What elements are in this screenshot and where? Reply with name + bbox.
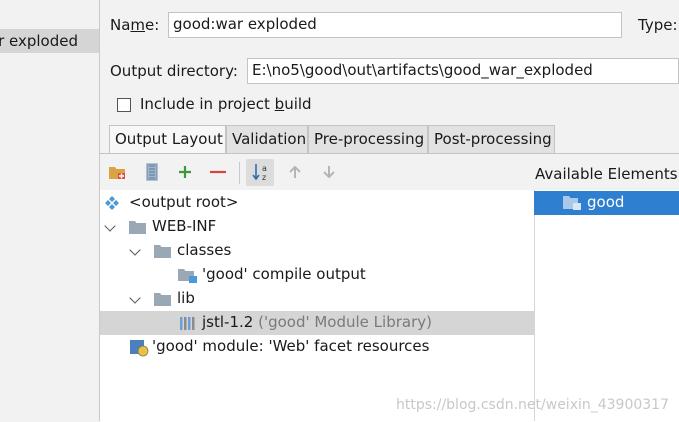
tree-item-label: WEB-INF: [152, 217, 217, 235]
move-up-icon[interactable]: [286, 163, 304, 181]
tab-pre-processing[interactable]: Pre-processing: [308, 125, 428, 153]
artifacts-list-panel: [0, 0, 100, 421]
web-facet-icon: [130, 340, 149, 357]
tree-item-web-inf[interactable]: WEB-INF: [100, 215, 534, 239]
artifact-list-item[interactable]: war exploded: [0, 29, 99, 53]
tree-item-web-facet[interactable]: 'good' module: 'Web' facet resources: [100, 335, 534, 359]
folder-icon: [154, 293, 171, 306]
tree-item-label: 'good' module: 'Web' facet resources: [152, 337, 430, 355]
library-icon: [180, 317, 195, 330]
tree-item-label: 'good' compile output: [202, 265, 366, 283]
tree-item-classes[interactable]: classes: [100, 239, 534, 263]
output-root-icon: [105, 196, 119, 210]
folder-icon: [129, 221, 146, 234]
artifact-list-item-label: war exploded: [0, 32, 78, 50]
layout-toolbar: [100, 154, 534, 190]
chevron-down-icon[interactable]: [129, 244, 141, 256]
move-down-icon[interactable]: [320, 163, 338, 181]
output-directory-label: Output directory:: [110, 62, 238, 80]
name-label: Name:: [110, 16, 160, 34]
module-output-icon: [178, 269, 197, 283]
folder-add-icon[interactable]: [108, 163, 126, 181]
tab-post-processing[interactable]: Post-processing: [428, 125, 555, 153]
tree-item-label: jstl-1.2: [202, 313, 254, 331]
available-item-label: good: [587, 193, 625, 211]
toolbar-separator: [239, 162, 240, 184]
tab-validation[interactable]: Validation: [226, 125, 308, 153]
available-elements-header: Available Elements: [534, 154, 679, 190]
tree-item-label: classes: [177, 241, 232, 259]
chevron-down-icon[interactable]: [129, 292, 141, 304]
tree-item-lib[interactable]: lib: [100, 287, 534, 311]
tree-item-output-root[interactable]: <output root>: [100, 191, 534, 215]
tree-item-suffix: ('good' Module Library): [258, 313, 432, 331]
tree-item-compile-output[interactable]: 'good' compile output: [100, 263, 534, 287]
svg-text:z: z: [262, 173, 266, 182]
available-item-good[interactable]: good: [534, 191, 679, 215]
type-label: Type:: [638, 16, 678, 34]
sort-icon[interactable]: az: [251, 163, 271, 182]
available-elements-title: Available Elements: [535, 165, 678, 183]
remove-icon[interactable]: [209, 163, 227, 181]
chevron-down-icon[interactable]: [104, 220, 116, 232]
watermark-text: https://blog.csdn.net/weixin_43900317: [395, 397, 669, 413]
add-icon[interactable]: [176, 163, 194, 181]
module-folder-icon: [563, 196, 581, 210]
panel-divider[interactable]: [534, 190, 535, 421]
tree-item-label: <output root>: [129, 193, 239, 211]
include-in-build-checkbox[interactable]: [117, 98, 131, 112]
svg-text:a: a: [262, 164, 267, 173]
output-directory-input[interactable]: E:\no5\good\out\artifacts\good_war_explo…: [247, 58, 679, 84]
archive-add-icon[interactable]: [143, 163, 161, 181]
folder-icon: [154, 245, 171, 258]
include-in-build-label: Include in project build: [140, 95, 312, 113]
tree-item-label: lib: [177, 289, 195, 307]
tab-output-layout[interactable]: Output Layout: [109, 125, 226, 153]
tree-item-jstl[interactable]: jstl-1.2 ('good' Module Library): [100, 311, 534, 335]
name-input[interactable]: good:war exploded: [168, 12, 622, 38]
